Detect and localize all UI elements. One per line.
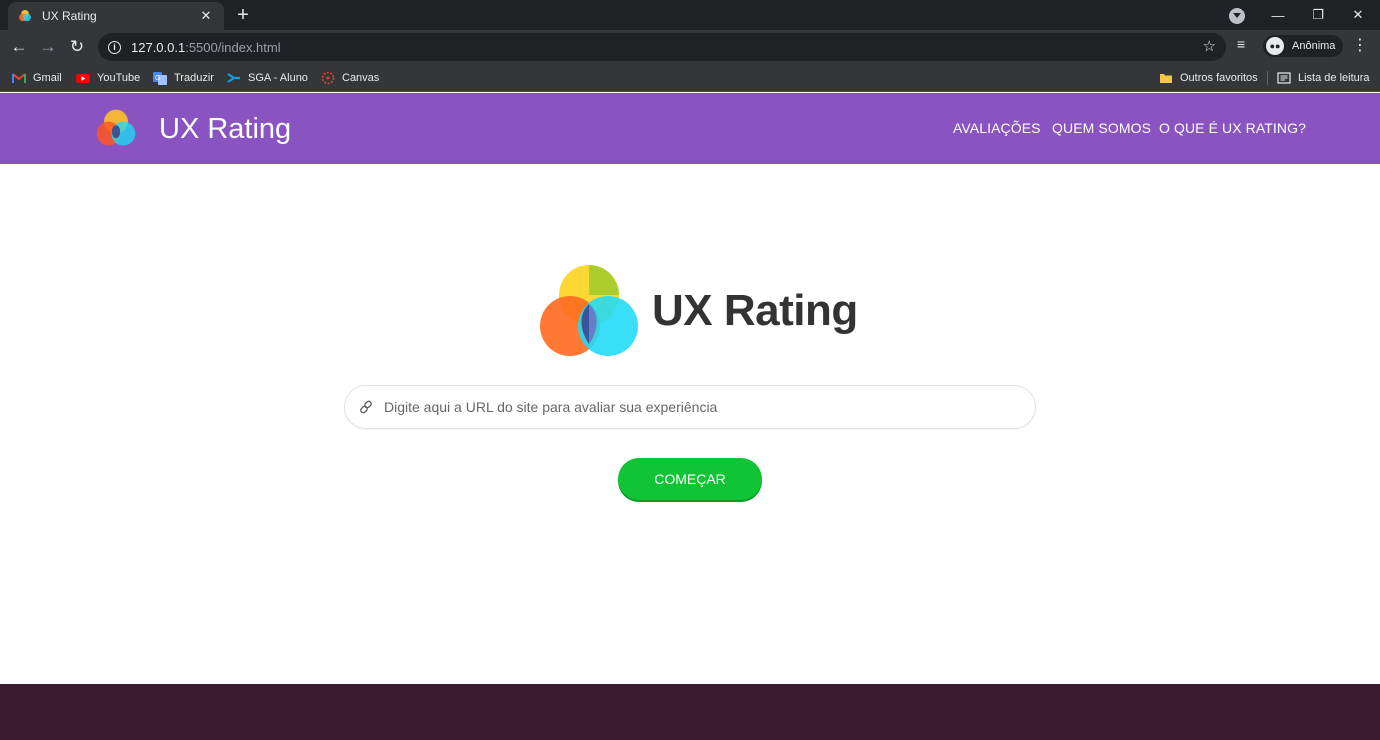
tab-close-icon[interactable]: ✕	[198, 8, 214, 24]
browser-tab[interactable]: UX Rating ✕	[8, 2, 224, 30]
address-bar[interactable]: i 127.0.0.1:5500/index.html ☆	[98, 33, 1226, 61]
bookmark-label: Traduzir	[174, 72, 214, 84]
forward-arrow-icon[interactable]: →	[36, 35, 60, 59]
new-tab-button[interactable]: +	[232, 4, 254, 26]
bookmark-reading-list[interactable]: Lista de leitura	[1277, 68, 1370, 88]
nav-link-avaliacoes[interactable]: AVALIAÇÕES	[953, 119, 1041, 137]
nav-link-quem-somos[interactable]: QUEM SOMOS	[1052, 119, 1151, 137]
canvas-icon	[321, 71, 335, 85]
bookmark-traduzir[interactable]: G Traduzir	[153, 68, 214, 88]
hero-title: UX Rating	[652, 286, 858, 335]
gmail-icon	[12, 73, 26, 83]
link-icon	[360, 400, 372, 414]
bookmark-gmail[interactable]: Gmail	[12, 68, 62, 88]
bookmarks-bar: Gmail YouTube G Traduzir SGA - Aluno Can…	[0, 63, 1380, 92]
reload-icon[interactable]: ↻	[65, 35, 89, 59]
bookmark-other-favorites[interactable]: Outros favoritos	[1159, 68, 1258, 88]
tab-search-icon[interactable]	[1229, 8, 1245, 24]
bookmark-label: Canvas	[342, 72, 380, 84]
ux-rating-favicon	[19, 10, 31, 22]
translate-icon: G	[153, 72, 167, 85]
nav-link-o-que-e-ux-rating[interactable]: O QUE É UX RATING?	[1159, 119, 1306, 137]
browser-tabstrip: UX Rating ✕ + — ❐ ✕	[0, 0, 1380, 30]
ux-rating-logo-icon[interactable]	[93, 105, 139, 151]
url-host: 127.0.0.1	[131, 39, 186, 55]
bookmark-sga-aluno[interactable]: SGA - Aluno	[227, 68, 308, 88]
close-window-button[interactable]: ✕	[1338, 0, 1378, 30]
browser-menu-icon[interactable]: ⋮	[1352, 35, 1368, 57]
minimize-button[interactable]: —	[1258, 0, 1298, 30]
site-header: UX Rating AVALIAÇÕES QUEM SOMOS O QUE É …	[0, 93, 1380, 164]
bookmark-label: Lista de leitura	[1298, 72, 1370, 84]
reading-list-icon	[1277, 72, 1291, 84]
folder-icon	[1160, 74, 1172, 83]
bookmark-youtube[interactable]: YouTube	[76, 68, 140, 88]
incognito-avatar-icon: ●●	[1266, 37, 1284, 55]
profile-label: Anônima	[1292, 40, 1336, 52]
profile-button[interactable]: ●● Anônima	[1263, 35, 1343, 57]
url-search-box[interactable]	[344, 385, 1036, 429]
restore-button[interactable]: ❐	[1298, 0, 1338, 30]
url-path: :5500/index.html	[185, 39, 281, 55]
start-button[interactable]: COMEÇAR	[618, 458, 762, 500]
browser-toolbar: ← → ↻ i 127.0.0.1:5500/index.html ☆	[0, 30, 1380, 63]
bookmark-label: YouTube	[97, 72, 141, 84]
site-footer	[0, 684, 1380, 740]
bookmarks-divider	[1267, 71, 1268, 85]
hero-logo-icon	[540, 265, 638, 356]
media-queue-icon[interactable]: ≡	[1237, 36, 1245, 52]
bookmark-star-icon[interactable]: ☆	[1203, 37, 1216, 55]
site-info-icon[interactable]: i	[108, 40, 121, 54]
bookmark-label: Gmail	[33, 72, 62, 84]
svg-text:G: G	[155, 75, 160, 82]
tab-title: UX Rating	[42, 9, 97, 23]
url-input[interactable]	[384, 399, 1035, 415]
bookmark-canvas[interactable]: Canvas	[321, 68, 379, 88]
back-arrow-icon[interactable]: ←	[7, 35, 31, 59]
bookmark-label: Outros favoritos	[1180, 72, 1258, 84]
bookmark-label: SGA - Aluno	[248, 72, 308, 84]
sga-icon	[227, 73, 240, 83]
youtube-icon	[76, 74, 90, 83]
header-site-title[interactable]: UX Rating	[159, 111, 291, 147]
